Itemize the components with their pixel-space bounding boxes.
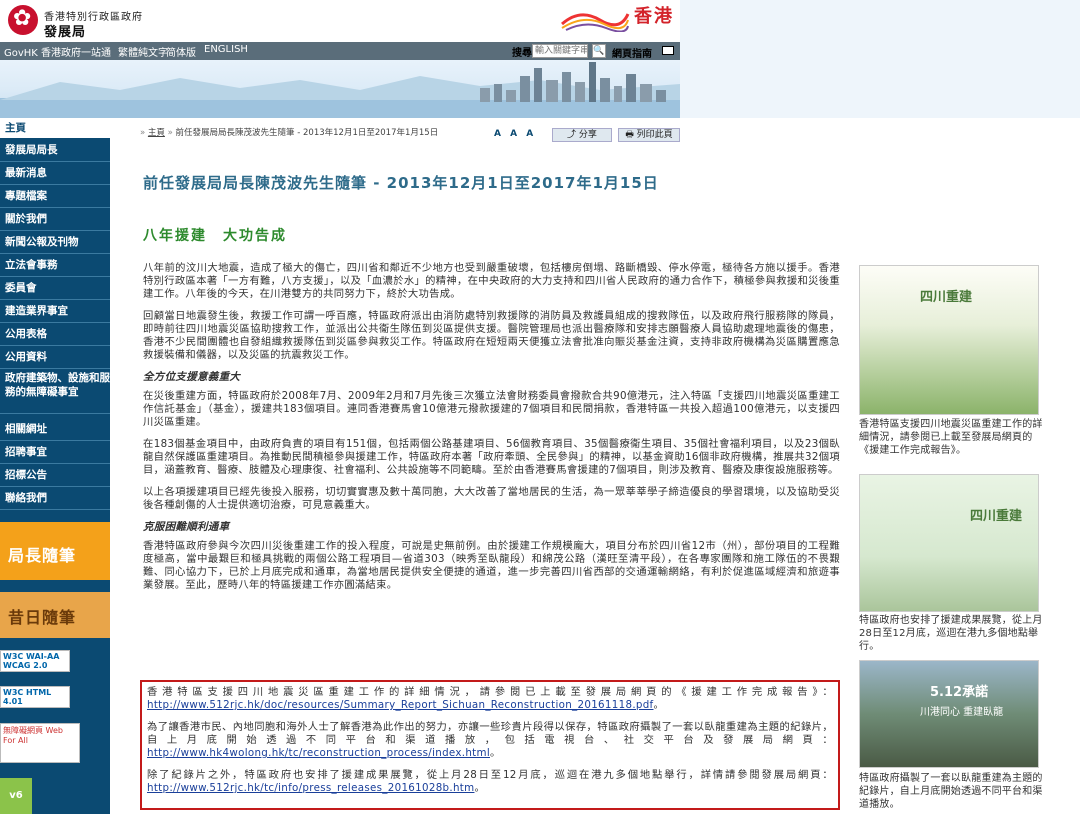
- promo-exhibition-image[interactable]: 四川重建: [859, 474, 1039, 612]
- highlight-paragraph: 為了讓香港市民、內地同胞和海外人士了解香港為此作出的努力，亦讓一些珍貴片段得以保…: [147, 721, 833, 759]
- article-paragraph: 香港特區政府參與今次四川災後重建工作的投入程度，可說是史無前例。由於援建工作規模…: [143, 540, 840, 591]
- sidebar-item-info[interactable]: 公用資料: [0, 347, 110, 369]
- lang-english-link[interactable]: ENGLISH: [204, 44, 248, 55]
- promo-title: 四川重建: [920, 290, 973, 305]
- promo-title: 四川重建: [970, 509, 1023, 524]
- promo-caption: 特區政府攝製了一套以臥龍重建為主題的紀錄片，自上月底開始透過不同平台和渠道播放。: [859, 773, 1043, 810]
- sidebar-item-about[interactable]: 關於我們: [0, 209, 110, 231]
- sidebar-item-committees[interactable]: 委員會: [0, 278, 110, 300]
- article-subheading: 全方位支援意義重大: [143, 371, 241, 383]
- header-top: 香港特別行政區政府 發展局 香港: [0, 0, 680, 42]
- page-title: 前任發展局局長陳茂波先生隨筆 - 2013年12月1日至2017年1月15日: [143, 174, 659, 192]
- sidebar-item-links[interactable]: 相關網址: [0, 419, 110, 441]
- sidebar-item-whats-new[interactable]: 最新消息: [0, 163, 110, 185]
- bureau-name[interactable]: 發展局: [44, 21, 86, 40]
- share-button[interactable]: ⤴ 分享: [552, 128, 612, 142]
- article-paragraph: 回顧當日地震發生後，救援工作可謂一呼百應，特區政府派出由消防處特別救援隊的消防員…: [143, 310, 840, 361]
- brand-hk-logo[interactable]: 香港: [634, 2, 674, 28]
- breadcrumb-current: 前任發展局局長陳茂波先生隨筆 - 2013年12月1日至2017年1月15日: [175, 128, 439, 138]
- breadcrumb-text: » 主頁 » 前任發展局局長陳茂波先生隨筆 - 2013年12月1日至2017年…: [140, 128, 439, 138]
- exhibition-link[interactable]: http://www.512rjc.hk/tc/info/press_relea…: [147, 782, 474, 794]
- lang-simplified-link[interactable]: 简体版: [166, 44, 196, 59]
- govhk-link[interactable]: GovHK 香港政府一站通: [4, 44, 111, 59]
- article-paragraph: 八年前的汶川大地震，造成了極大的傷亡，四川省和鄰近不少地方也受到嚴重破壞，包括樓…: [143, 262, 840, 300]
- article-paragraph: 以上各項援建項目已經先後投入服務，切切實實惠及數十萬同胞，大大改善了當地居民的生…: [143, 486, 840, 511]
- promo-caption: 香港特區支援四川地震災區重建工作的詳細情況，請參閱已上載至發展局網頁的《援建工作…: [859, 419, 1043, 456]
- highlight-paragraph: 除了紀錄片之外，特區政府也安排了援建成果展覽，從上月28日至12月底，巡迴在港九…: [147, 769, 833, 794]
- banner-skyline: [0, 60, 680, 118]
- secretary-column-badge[interactable]: 局長隨筆: [0, 522, 110, 580]
- web-for-all-badge[interactable]: 無障礙網頁 Web For All: [0, 723, 80, 763]
- font-size-control[interactable]: A A A: [494, 129, 536, 140]
- hksar-emblem-icon[interactable]: [8, 5, 38, 35]
- secretary-column-label: 局長隨筆: [8, 546, 77, 565]
- site-header: 香港特別行政區政府 發展局 香港 GovHK 香港政府一站通 繁體純文字 简体版…: [0, 0, 1080, 118]
- mail-icon[interactable]: [662, 46, 674, 55]
- promo-report-image[interactable]: 四川重建: [859, 265, 1039, 415]
- lang-text-only-link[interactable]: 繁體純文字: [118, 44, 168, 59]
- sidebar-item-contact[interactable]: 聯絡我們: [0, 488, 110, 510]
- right-column: 四川重建 香港特區支援四川地震災區重建工作的詳細情況，請參閱已上載至發展局網頁的…: [855, 262, 1080, 814]
- past-column-label: 昔日隨筆: [8, 608, 77, 627]
- left-nav: 主頁 發展局局長 最新消息 專題檔案 關於我們 新聞公報及刊物 立法會事務 委員…: [0, 118, 110, 814]
- search-input[interactable]: [532, 44, 588, 58]
- header-right-fill: [680, 0, 1080, 118]
- sitemap-link[interactable]: 網頁指南: [612, 45, 652, 60]
- highlighted-links-box: 香港特區支援四川地震災區重建工作的詳細情況，請參閱已上載至發展局網頁的《援建工作…: [140, 680, 840, 810]
- print-button[interactable]: 🖶 列印此頁: [618, 128, 680, 142]
- search-label: 搜尋: [512, 48, 532, 59]
- share-label: 分享: [578, 130, 597, 140]
- sidebar-item-construction[interactable]: 建造業界事宜: [0, 301, 110, 323]
- breadcrumb: » 主頁 » 前任發展局局長陳茂波先生隨筆 - 2013年12月1日至2017年…: [140, 128, 680, 150]
- search-icon[interactable]: 🔍: [592, 44, 606, 58]
- w3c-html-badge[interactable]: W3C HTML 4.01: [0, 686, 70, 708]
- breadcrumb-home[interactable]: 主頁: [148, 128, 165, 138]
- promo-documentary-image[interactable]: 5.12承諾 川港同心 重建臥龍: [859, 660, 1039, 768]
- print-label: 列印此頁: [636, 130, 673, 140]
- sidebar-item-press[interactable]: 新聞公報及刊物: [0, 232, 110, 254]
- sidebar-item-tenders[interactable]: 招標公告: [0, 465, 110, 487]
- sidebar-item-topics[interactable]: 專題檔案: [0, 186, 110, 208]
- article-subheading: 克服困難順利通車: [143, 521, 230, 533]
- brand-hk-swoosh-icon: [561, 13, 630, 32]
- past-column-badge[interactable]: 昔日隨筆: [0, 592, 110, 638]
- sidebar-item-legco[interactable]: 立法會事務: [0, 255, 110, 277]
- promo-subtitle: 川港同心 重建臥龍: [920, 707, 1004, 718]
- article-body: 八年前的汶川大地震，造成了極大的傷亡，四川省和鄰近不少地方也受到嚴重破壞，包括樓…: [143, 262, 840, 601]
- sidebar-item-home[interactable]: 主頁: [0, 118, 110, 140]
- skyline-image: [0, 62, 680, 118]
- sidebar-item-accessibility[interactable]: 政府建築物、設施和服務的無障礙事宜: [0, 370, 110, 414]
- sidebar-item-secretary[interactable]: 發展局局長: [0, 140, 110, 162]
- sidebar-item-recruitment[interactable]: 招聘事宜: [0, 442, 110, 464]
- article-paragraph: 在183個基金項目中，由政府負責的項目有151個，包括兩個公路基建項目、56個教…: [143, 438, 840, 476]
- sidebar-item-forms[interactable]: 公用表格: [0, 324, 110, 346]
- article-paragraph: 在災後重建方面，特區政府於2008年7月、2009年2月和7月先後三次獲立法會財…: [143, 390, 840, 428]
- w3c-wcag-badge[interactable]: W3C WAI-AA WCAG 2.0: [0, 650, 70, 672]
- section-heading: 八年援建 大功告成: [143, 228, 287, 244]
- highlight-paragraph: 香港特區支援四川地震災區重建工作的詳細情況，請參閱已上載至發展局網頁的《援建工作…: [147, 686, 833, 711]
- documentary-link[interactable]: http://www.hk4wolong.hk/tc/reconstructio…: [147, 747, 490, 759]
- promo-title: 5.12承諾: [930, 685, 989, 700]
- report-link[interactable]: http://www.512rjc.hk/doc/resources/Summa…: [147, 699, 654, 711]
- ipv6-badge[interactable]: v6: [0, 778, 32, 814]
- promo-caption: 特區政府也安排了援建成果展覽，從上月28日至12月底，巡迴在港九多個地點舉行。: [859, 615, 1043, 652]
